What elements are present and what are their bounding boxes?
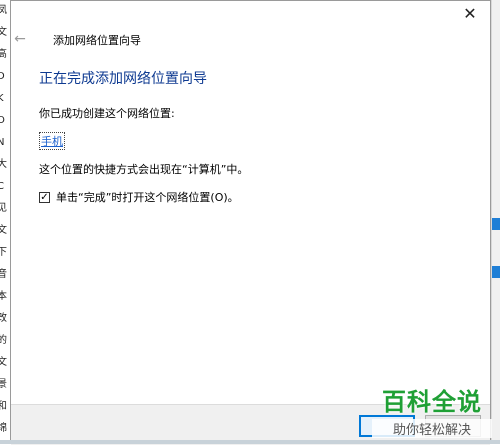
open-location-checkbox-label: 单击“完成”时打开这个网络位置(O)。 — [56, 191, 239, 204]
back-button[interactable]: ← — [11, 29, 29, 49]
background-text-fragment: N — [0, 137, 5, 148]
background-text-fragment: 的 — [0, 335, 7, 346]
background-text-fragment: K — [0, 93, 4, 104]
wizard-title: 添加网络位置向导 — [53, 34, 141, 47]
background-text-fragment: O — [0, 115, 5, 126]
wizard-dialog: ✕ ← 添加网络位置向导 正在完成添加网络位置向导 你已成功创建这个网络位置: … — [10, 0, 491, 445]
page-heading: 正在完成添加网络位置向导 — [39, 71, 207, 87]
background-text-fragment: D — [0, 71, 5, 82]
background-text-fragment: 本 — [0, 291, 7, 302]
background-text-fragment: 文 — [0, 357, 7, 368]
cancel-button[interactable] — [425, 415, 481, 437]
background-text-fragment: 绵 — [0, 423, 7, 434]
back-arrow-icon: ← — [14, 31, 26, 47]
wizard-footer — [11, 404, 490, 445]
background-text-fragment: 高 — [0, 49, 7, 60]
background-text-fragment: 音 — [0, 269, 7, 280]
background-text-fragment: 文 — [0, 225, 7, 236]
checkmark-icon: ✓ — [40, 191, 49, 203]
close-button[interactable]: ✕ — [458, 3, 482, 25]
background-text-fragment: 见 — [0, 203, 7, 214]
open-location-checkbox[interactable]: ✓ — [39, 191, 50, 203]
background-text-fragment: C — [0, 181, 4, 192]
background-accent-bar — [492, 266, 500, 278]
background-text-fragment: 和 — [0, 401, 7, 412]
close-icon: ✕ — [463, 4, 477, 23]
taskbar-edge — [0, 440, 500, 444]
open-location-checkbox-row[interactable]: ✓ 单击“完成”时打开这个网络位置(O)。 — [39, 189, 239, 205]
background-accent-bar — [492, 218, 500, 230]
created-label: 你已成功创建这个网络位置: — [39, 107, 175, 120]
background-text-fragment: 凤 — [0, 5, 7, 16]
background-text-fragment: 大 — [0, 159, 7, 170]
background-text-fragment: 景 — [0, 379, 7, 390]
background-right-edge — [491, 0, 500, 444]
network-location-link[interactable]: 手机 — [39, 132, 65, 150]
background-text-fragment: 下 — [0, 247, 7, 258]
background-text-fragment: 改 — [0, 313, 7, 324]
background-text-fragment: 文 — [0, 27, 7, 38]
finish-button[interactable] — [359, 415, 415, 437]
shortcut-note: 这个位置的快捷方式会出现在“计算机”中。 — [39, 163, 249, 176]
